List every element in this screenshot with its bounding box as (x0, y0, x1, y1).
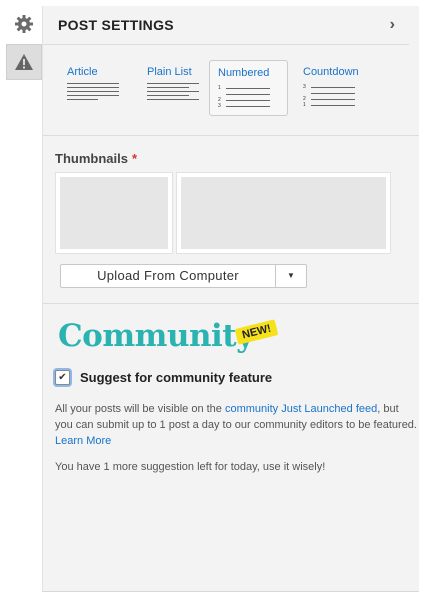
upload-label: Upload From Computer (97, 268, 239, 283)
list-number: 1 (303, 102, 306, 108)
community-wordmark: Community (58, 318, 254, 354)
style-option-plain-list[interactable]: Plain List (139, 60, 215, 116)
panel-header[interactable]: POST SETTINGS › (43, 6, 409, 45)
numbered-preview-icon: 1 2 3 (218, 85, 270, 109)
style-label: Numbered (218, 67, 270, 79)
list-number: 3 (218, 103, 221, 109)
thumbnails-title: Thumbnails (55, 151, 128, 166)
upload-from-computer-button[interactable]: Upload From Computer ▼ (60, 264, 307, 288)
panel-title: POST SETTINGS (58, 17, 174, 33)
thumbnails-heading: Thumbnails * (55, 151, 137, 166)
just-launched-feed-link[interactable]: community Just Launched feed (225, 403, 377, 415)
required-mark: * (131, 151, 138, 166)
warning-icon (15, 54, 33, 70)
list-number: 3 (303, 84, 306, 90)
post-settings-panel: POST SETTINGS › Article Plain List Numbe… (42, 6, 419, 592)
community-logo: Community NEW! (58, 318, 279, 354)
thumbnail-square[interactable] (55, 172, 173, 254)
warnings-tab[interactable] (6, 44, 42, 80)
community-description: All your posts will be visible on the co… (55, 401, 417, 449)
style-label: Article (67, 66, 98, 78)
community-feature-label[interactable]: Suggest for community feature (80, 370, 272, 385)
style-option-countdown[interactable]: Countdown 3 2 1 (295, 60, 379, 116)
list-style-options: Article Plain List Numbered 1 2 3 Countd… (43, 45, 419, 136)
style-option-article[interactable]: Article (59, 60, 135, 116)
article-preview-icon (67, 83, 119, 103)
countdown-preview-icon: 3 2 1 (303, 84, 355, 108)
style-label: Countdown (303, 66, 359, 78)
style-option-numbered[interactable]: Numbered 1 2 3 (209, 60, 288, 116)
learn-more-link[interactable]: Learn More (55, 435, 111, 447)
chevron-right-icon[interactable]: › (390, 16, 395, 34)
thumbnail-wide[interactable] (176, 172, 391, 254)
gear-icon (15, 15, 33, 33)
settings-tab[interactable] (6, 6, 42, 42)
community-feature-option: ✔ Suggest for community feature (55, 370, 272, 385)
side-rail (6, 6, 42, 82)
list-number: 1 (218, 85, 221, 91)
style-label: Plain List (147, 66, 192, 78)
upload-dropdown-toggle[interactable]: ▼ (275, 265, 306, 287)
community-feature-checkbox[interactable]: ✔ (55, 370, 70, 385)
divider (43, 303, 419, 304)
plain-list-preview-icon (147, 83, 199, 103)
desc-text: All your posts will be visible on the (55, 403, 225, 415)
suggestions-remaining: You have 1 more suggestion left for toda… (55, 461, 326, 473)
